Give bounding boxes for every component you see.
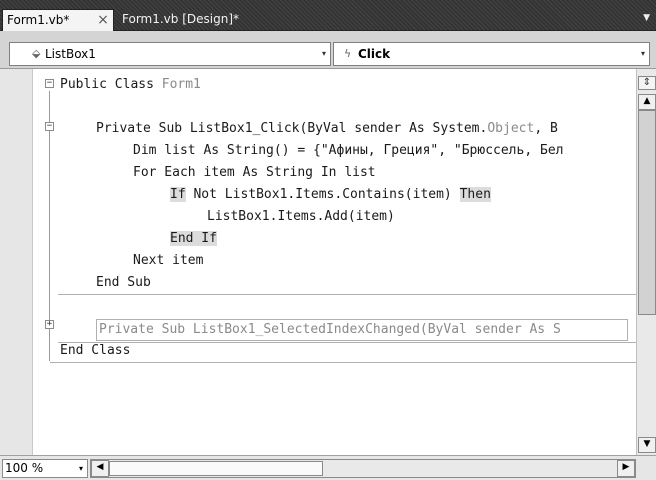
object-combo[interactable]: ⬙ ListBox1 ▾ xyxy=(9,42,331,66)
collapsed-region[interactable]: Private Sub ListBox1_SelectedIndexChange… xyxy=(96,319,628,341)
tab-label: Form1.vb* xyxy=(7,13,70,27)
vertical-scrollbar[interactable]: ⇕ ▲ ▼ xyxy=(636,69,656,455)
method-separator xyxy=(58,342,636,343)
expand-icon[interactable]: + xyxy=(45,320,54,329)
object-combo-value: ListBox1 xyxy=(45,47,96,61)
close-icon[interactable]: × xyxy=(96,10,110,30)
tab-form1-design[interactable]: Form1.vb [Design]* xyxy=(118,9,239,31)
code-line-end-class: End Class xyxy=(60,343,131,358)
scroll-right-icon[interactable]: ▶ xyxy=(617,460,635,477)
indicator-margin xyxy=(0,69,33,455)
code-line-class: Public Class Form1 xyxy=(60,77,201,92)
code-line-dim: Dim list As String() = {"Афины, Греция",… xyxy=(133,143,564,158)
split-window-icon[interactable]: ⇕ xyxy=(638,76,656,90)
method-separator xyxy=(58,294,636,295)
code-line-if: If Not ListBox1.Items.Contains(item) The… xyxy=(170,187,491,202)
document-tab-strip: Form1.vb* × Form1.vb [Design]* ▼ xyxy=(0,0,656,31)
code-line-for: For Each item As String In list xyxy=(133,165,376,180)
code-line-end-if: End If xyxy=(170,231,217,246)
tab-form1-vb[interactable]: Form1.vb* × xyxy=(2,9,114,31)
editor-bottom-bar: 100 % ▾ ◀ ▶ xyxy=(0,455,656,480)
scroll-down-icon[interactable]: ▼ xyxy=(638,437,656,453)
code-line-end-sub: End Sub xyxy=(96,275,151,290)
chevron-down-icon[interactable]: ▾ xyxy=(79,460,83,477)
code-line-next: Next item xyxy=(133,253,204,268)
event-combo-value: Click xyxy=(358,47,391,61)
code-line-add: ListBox1.Items.Add(item) xyxy=(207,209,395,224)
collapse-icon[interactable]: − xyxy=(45,122,54,131)
event-combo[interactable]: ϟ Click ▾ xyxy=(333,42,650,66)
component-icon: ⬙ xyxy=(32,47,41,60)
tab-label: Form1.vb [Design]* xyxy=(122,12,240,26)
tab-dropdown-icon[interactable]: ▼ xyxy=(643,13,650,23)
vertical-scroll-thumb[interactable] xyxy=(638,110,656,315)
horizontal-scroll-thumb[interactable] xyxy=(109,461,323,476)
event-lightning-icon: ϟ xyxy=(344,47,352,60)
chevron-down-icon[interactable]: ▾ xyxy=(322,43,326,65)
zoom-combo[interactable]: 100 % ▾ xyxy=(2,459,88,478)
code-line-sub-click: Private Sub ListBox1_Click(ByVal sender … xyxy=(96,121,558,136)
method-separator xyxy=(50,362,636,363)
navigation-bar: ⬙ ListBox1 ▾ ϟ Click ▾ xyxy=(0,31,656,69)
code-editor[interactable]: − − + Public Class Form1 Private Sub Lis… xyxy=(0,69,656,455)
chevron-down-icon[interactable]: ▾ xyxy=(641,43,645,65)
collapse-icon[interactable]: − xyxy=(45,79,54,88)
scroll-left-icon[interactable]: ◀ xyxy=(91,460,109,477)
zoom-value: 100 % xyxy=(5,461,44,475)
scroll-up-icon[interactable]: ▲ xyxy=(638,94,656,110)
horizontal-scrollbar[interactable]: ◀ ▶ xyxy=(90,459,636,478)
